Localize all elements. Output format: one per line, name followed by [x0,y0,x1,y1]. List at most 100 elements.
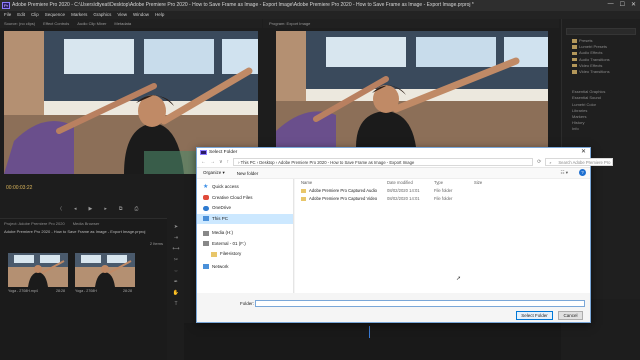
nav-item-this-pc[interactable]: This PC [197,213,293,224]
pen-tool-icon[interactable]: ✒ [174,279,178,285]
timeline-panel[interactable] [184,323,561,360]
timeline-playhead[interactable] [369,326,370,338]
dialog-toolbar: Organize ▾ New folder ☷ ▾ ? [197,168,590,179]
creative-cloud-icon [203,195,209,201]
tab-media-browser[interactable]: Media Browser [73,219,100,228]
folder-icon [572,63,577,68]
menu-clip[interactable]: Clip [31,11,39,19]
menu-markers[interactable]: Markers [71,11,87,19]
column-size[interactable]: Size [474,179,504,187]
program-monitor-tabs: Program: Export Image [263,19,559,28]
hand-tool-icon[interactable]: ✋ [173,290,179,296]
view-options-icon[interactable]: ☷ ▾ [560,170,568,176]
project-thumbnail[interactable] [75,253,135,287]
nav-item-external-drive[interactable]: External - 01 (F:) [197,239,293,250]
nav-item-creative-cloud[interactable]: Creative Cloud Files [197,193,293,204]
slip-tool-icon[interactable]: ⇔ [174,268,179,274]
yoga-program-image [276,31,548,147]
folder-icon [301,188,306,193]
drive-icon [203,241,209,247]
project-tabs: Project: Adobe Premiere Pro 2020 Media B… [0,219,167,228]
close-window-button[interactable]: ✕ [631,1,636,8]
panel-link-info[interactable]: Info [562,126,640,132]
column-date-modified[interactable]: Date modified [387,179,434,187]
folder-icon [211,251,217,257]
folder-label: Folder: [240,301,255,306]
insert-icon[interactable]: ⧉ [119,206,123,212]
dialog-title-bar: Select Folder ✕ [197,148,590,157]
navigation-pane: ★ Quick access Creative Cloud Files OneDr… [197,179,294,293]
premiere-app-icon: Pr [2,2,10,9]
tab-effect-controls[interactable]: Effect Controls [43,19,69,28]
tab-audio-clip-mixer[interactable]: Audio Clip Mixer [77,19,106,28]
file-list-header: Name Date modified Type Size [295,179,590,187]
dialog-title: Select Folder [209,150,238,155]
step-back-icon[interactable]: ◂ [74,206,77,212]
tab-metadata[interactable]: Metadata [114,19,131,28]
refresh-icon[interactable]: ⟳ [537,159,541,165]
effects-search-input[interactable] [566,28,636,35]
menu-help[interactable]: Help [155,11,164,19]
maximize-button[interactable]: ☐ [620,1,625,8]
sequence-thumbnail-image [75,253,135,287]
nav-item-media-drive[interactable]: Media (H:) [197,228,293,239]
column-type[interactable]: Type [434,179,474,187]
file-row[interactable]: Adobe Premiere Pro Captured Video 08/02/… [295,195,590,203]
help-icon[interactable]: ? [579,169,586,176]
razor-tool-icon[interactable]: ✂ [174,257,178,263]
file-list-pane: Name Date modified Type Size Adobe Premi… [295,179,590,293]
dialog-search-input[interactable]: ⌕ Search Adobe Premiere Pro 2... [545,158,614,172]
folder-row: Folder: [197,300,590,309]
column-name[interactable]: Name [301,179,387,187]
project-item-count: 2 Items [149,241,163,246]
address-bar[interactable]: › This PC › Desktop › Adobe Premiere Pro… [233,158,534,166]
tab-program[interactable]: Program: Export Image [269,19,310,28]
file-row[interactable]: Adobe Premiere Pro Captured Audio 08/02/… [295,187,590,195]
type-tool-icon[interactable]: T [174,301,177,307]
forward-arrow-icon[interactable]: → [210,159,215,165]
premiere-dialog-icon [200,150,207,155]
folder-icon [572,51,577,56]
export-frame-icon[interactable]: ⎙ [134,206,138,212]
menu-window[interactable]: Window [133,11,149,19]
organize-button[interactable]: Organize ▾ [203,170,225,176]
nav-item-filehistory[interactable]: FileHistory [197,249,293,260]
menu-sequence[interactable]: Sequence [45,11,65,19]
project-thumbnail[interactable] [8,253,68,287]
folder-icon [572,57,577,62]
menu-view[interactable]: View [117,11,127,19]
project-panel: Project: Adobe Premiere Pro 2020 Media B… [0,218,167,360]
thumbnail-duration: 28:28 [123,289,132,293]
search-icon: ⌕ [549,160,552,165]
new-folder-button[interactable]: New folder [237,171,259,176]
folder-input[interactable] [255,300,585,307]
selection-tool-icon[interactable]: ➤ [174,224,178,230]
recent-locations-icon[interactable]: ∨ [219,159,223,165]
back-arrow-icon[interactable]: ← [201,159,206,165]
source-transport-controls: ⟨ ◂ ▶ ▸ ⧉ ⎙ [60,206,138,212]
computer-icon [203,216,209,222]
dialog-close-button[interactable]: ✕ [581,148,586,157]
tab-project[interactable]: Project: Adobe Premiere Pro 2020 [4,219,65,228]
tab-source[interactable]: Source: (no clips) [4,19,35,28]
clip-thumbnail-image [8,253,68,287]
play-icon[interactable]: ▶ [88,206,92,212]
tools-panel: ➤ ⇥ ⟷ ✂ ⇔ ✒ ✋ T [169,218,183,318]
thumbnail-duration: 28:28 [56,289,65,293]
network-icon [203,264,209,270]
menu-edit[interactable]: Edit [17,11,25,19]
step-forward-icon[interactable]: ▸ [104,206,107,212]
track-select-icon[interactable]: ⇥ [174,235,178,241]
select-folder-button[interactable]: Select Folder [516,311,553,320]
nav-item-quick-access[interactable]: ★ Quick access [197,182,293,193]
ripple-edit-icon[interactable]: ⟷ [172,246,179,252]
nav-item-onedrive[interactable]: OneDrive [197,203,293,214]
menu-file[interactable]: File [4,11,11,19]
mark-in-icon[interactable]: ⟨ [60,206,62,212]
minimize-button[interactable]: — [608,1,614,8]
up-folder-icon[interactable]: ↑ [227,159,230,165]
menu-graphics[interactable]: Graphics [93,11,111,19]
nav-item-network[interactable]: Network [197,262,293,273]
mouse-cursor-icon: ➚ [456,276,462,282]
cancel-button[interactable]: Cancel [558,311,583,320]
